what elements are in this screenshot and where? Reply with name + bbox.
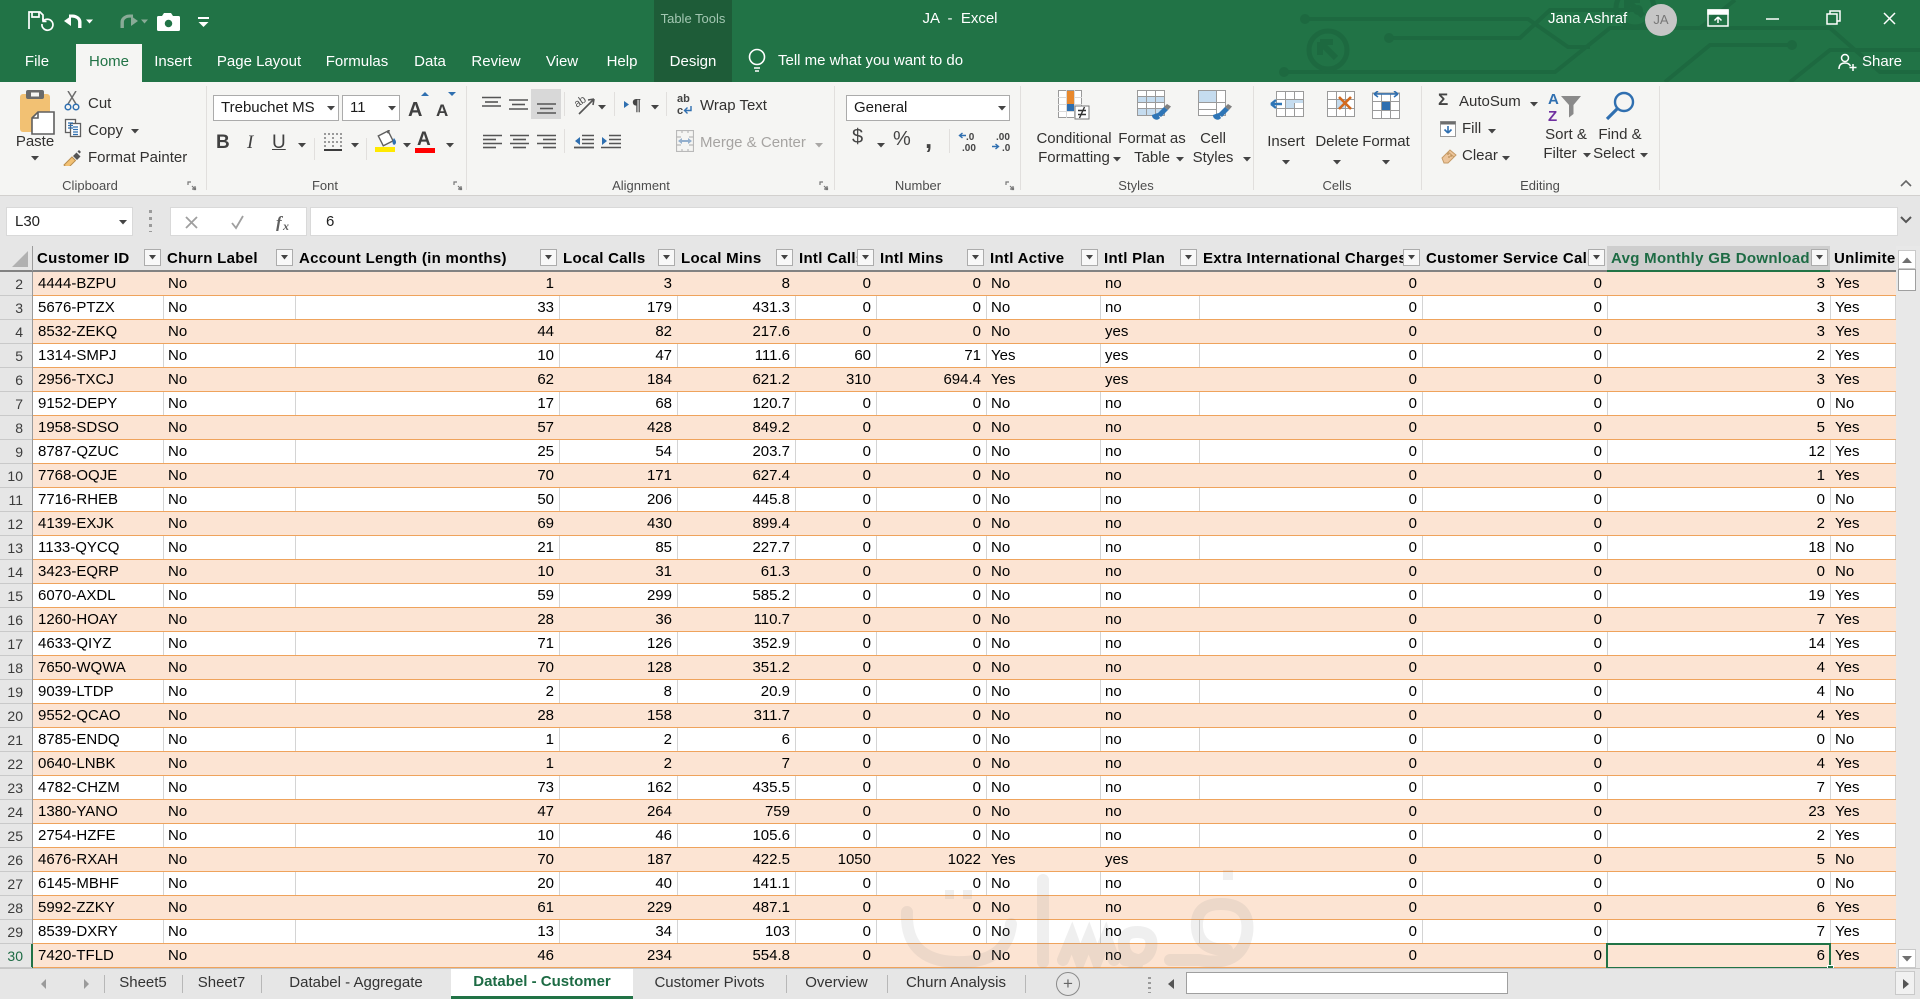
svg-text:¶: ¶: [632, 95, 641, 113]
svg-text:.00: .00: [962, 143, 976, 153]
svg-text:c: c: [677, 105, 683, 117]
svg-text:.0: .0: [966, 132, 975, 143]
svg-text:A: A: [408, 99, 422, 121]
svg-text:A: A: [436, 101, 448, 120]
svg-text:Z: Z: [1548, 108, 1557, 124]
svg-text:A: A: [1548, 91, 1559, 108]
svg-text:x: x: [282, 219, 289, 231]
svg-text:ab: ab: [677, 93, 690, 105]
svg-text:ab: ab: [575, 94, 589, 110]
svg-text:.00: .00: [996, 132, 1010, 143]
svg-text:.0: .0: [1002, 143, 1011, 153]
